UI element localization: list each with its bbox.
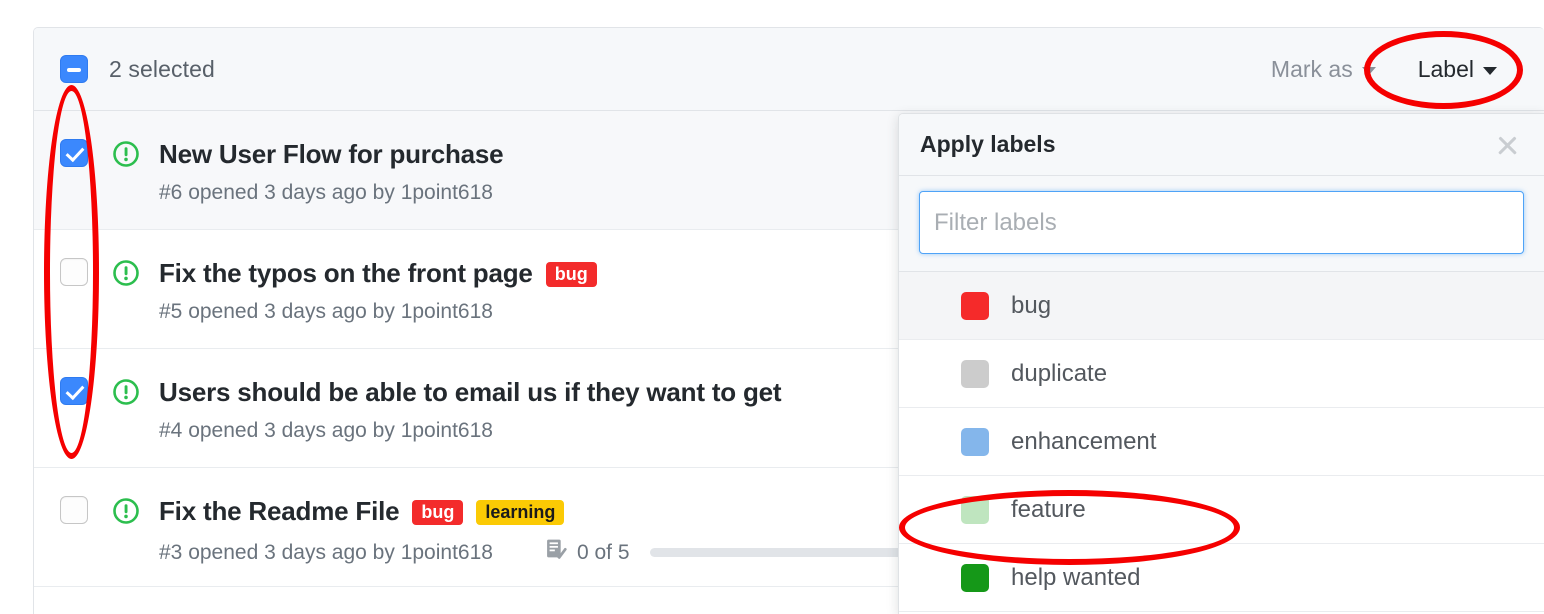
label-dropdown-button[interactable]: Label bbox=[1418, 56, 1497, 83]
label-option-name: duplicate bbox=[1011, 359, 1108, 387]
issue-checkbox[interactable] bbox=[60, 377, 88, 405]
issue-checkbox[interactable] bbox=[60, 496, 88, 524]
label-badge-bug[interactable]: bug bbox=[412, 499, 464, 526]
open-issue-icon bbox=[112, 378, 140, 406]
chevron-down-icon bbox=[1361, 67, 1376, 75]
filter-labels-input[interactable] bbox=[919, 191, 1524, 254]
label-option-name: feature bbox=[1011, 495, 1086, 523]
chevron-down-icon bbox=[1483, 67, 1497, 75]
apply-labels-header: Apply labels bbox=[899, 114, 1544, 176]
select-all-checkbox[interactable] bbox=[60, 55, 88, 83]
issue-meta-text: #4 opened 3 days ago by 1point618 bbox=[159, 419, 493, 442]
issue-title[interactable]: Users should be able to email us if they… bbox=[159, 377, 782, 408]
open-issue-icon bbox=[112, 497, 140, 525]
label-badge-learning[interactable]: learning bbox=[476, 499, 565, 526]
label-option-bug[interactable]: bug bbox=[899, 272, 1544, 340]
label-color-swatch bbox=[961, 427, 989, 456]
label-color-swatch bbox=[961, 563, 989, 592]
tasklist-icon bbox=[545, 538, 568, 567]
task-count-label: 0 of 5 bbox=[576, 540, 630, 564]
issue-title[interactable]: Fix the Readme File bbox=[159, 496, 400, 527]
label-option-feature[interactable]: feature bbox=[899, 476, 1544, 544]
label-option-enhancement[interactable]: enhancement bbox=[899, 408, 1544, 476]
issue-meta-text: #3 opened 3 days ago by 1point618 bbox=[159, 540, 493, 564]
apply-labels-dropdown: Apply labels bug duplicate enhancement f… bbox=[898, 113, 1544, 614]
selected-count-label: 2 selected bbox=[109, 55, 215, 82]
bulk-action-toolbar: 2 selected Mark as Label bbox=[34, 28, 1544, 111]
filter-labels-zone bbox=[899, 176, 1544, 272]
toolbar-actions: Mark as Label bbox=[1271, 56, 1544, 83]
label-option-name: bug bbox=[1011, 291, 1052, 319]
label-option-name: help wanted bbox=[1011, 563, 1141, 591]
issue-title[interactable]: Fix the typos on the front page bbox=[159, 258, 533, 289]
issue-meta-text: #6 opened 3 days ago by 1point618 bbox=[159, 181, 493, 204]
issue-title[interactable]: New User Flow for purchase bbox=[159, 139, 504, 170]
label-color-swatch bbox=[961, 291, 989, 320]
mark-as-dropdown[interactable]: Mark as bbox=[1271, 56, 1376, 83]
label-option-name: enhancement bbox=[1011, 427, 1157, 455]
close-icon[interactable] bbox=[1494, 132, 1520, 158]
label-button-label: Label bbox=[1417, 55, 1474, 82]
label-option-duplicate[interactable]: duplicate bbox=[899, 340, 1544, 408]
mark-as-label: Mark as bbox=[1270, 55, 1353, 82]
apply-labels-title: Apply labels bbox=[920, 131, 1056, 157]
screenshot-root: 2 selected Mark as Label New User Flow f… bbox=[0, 0, 1544, 614]
label-color-swatch bbox=[961, 359, 989, 388]
issue-meta-text: #5 opened 3 days ago by 1point618 bbox=[159, 300, 493, 323]
open-issue-icon bbox=[112, 140, 140, 168]
label-option-help-wanted[interactable]: help wanted bbox=[899, 544, 1544, 612]
label-badge-bug[interactable]: bug bbox=[545, 261, 597, 288]
issue-checkbox[interactable] bbox=[60, 258, 88, 286]
open-issue-icon bbox=[112, 259, 140, 287]
label-color-swatch bbox=[961, 495, 989, 524]
task-progress: 0 of 5 bbox=[545, 538, 950, 567]
issue-checkbox[interactable] bbox=[60, 139, 88, 167]
